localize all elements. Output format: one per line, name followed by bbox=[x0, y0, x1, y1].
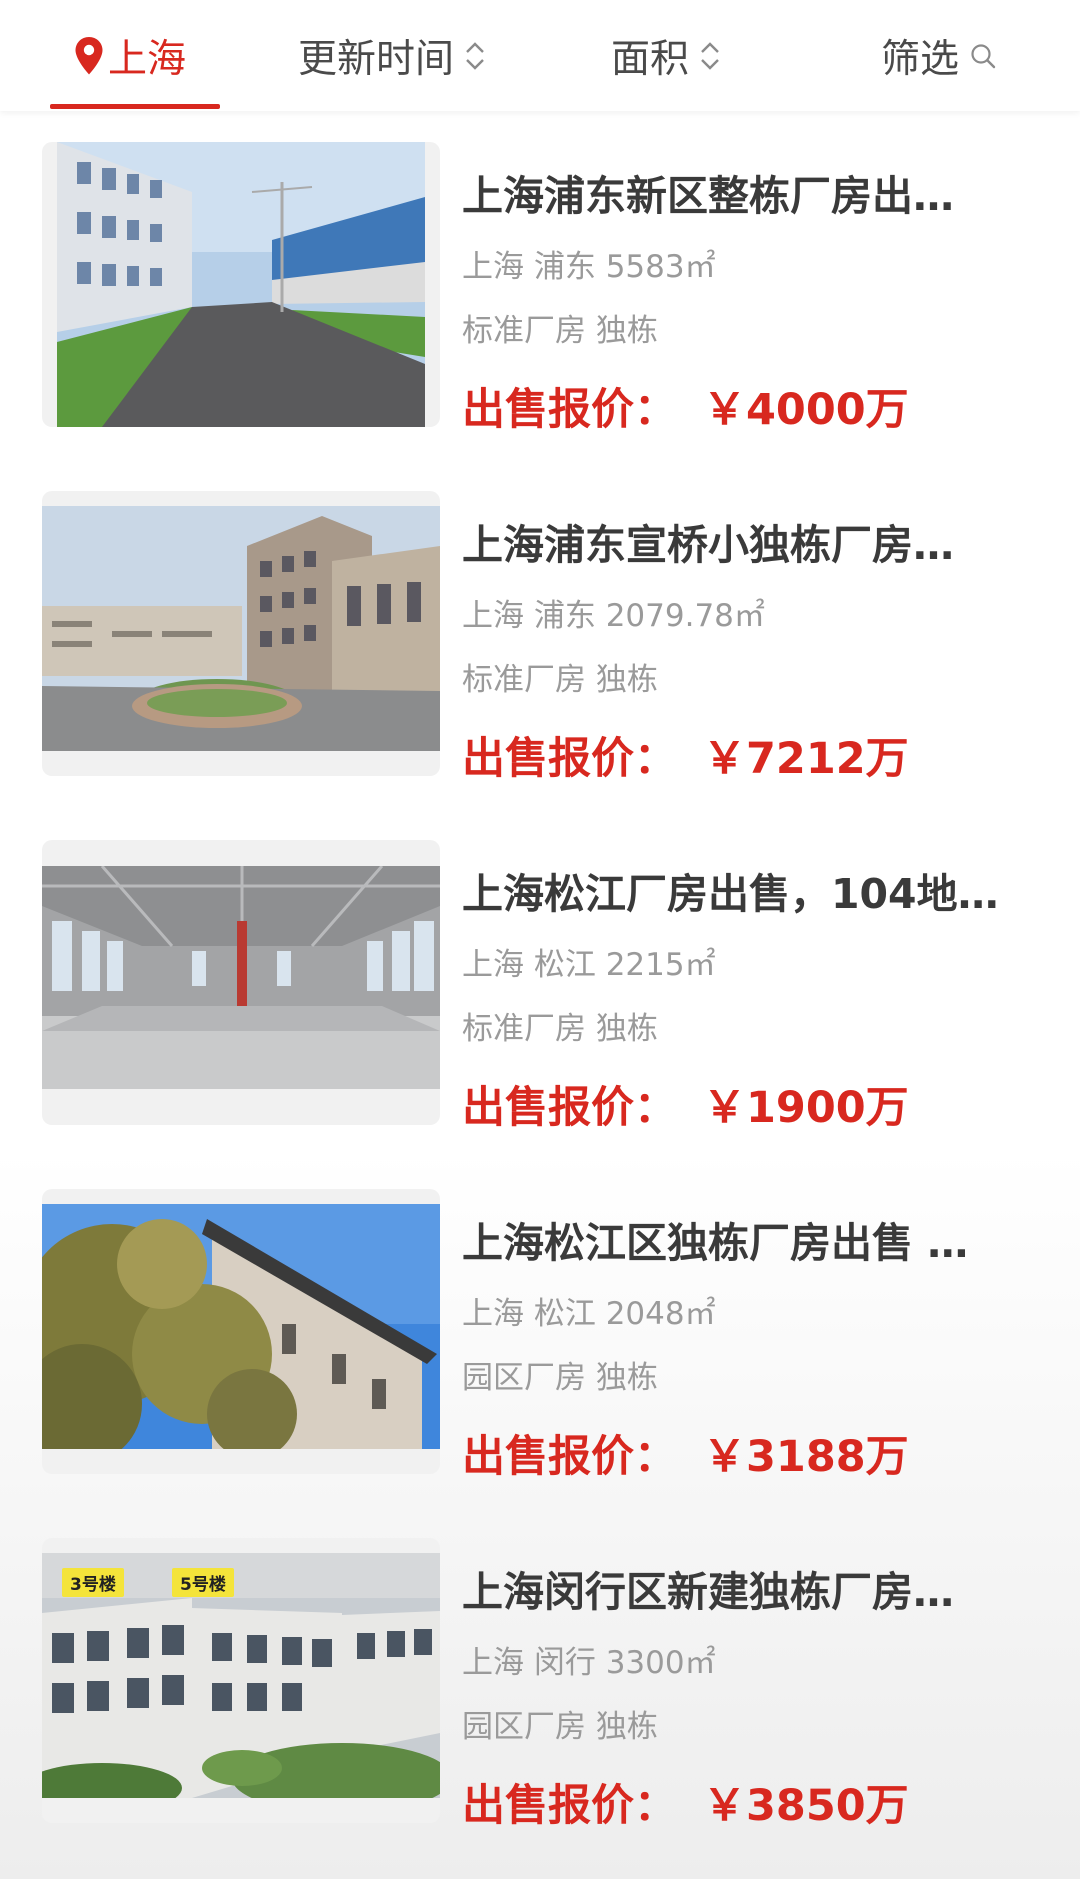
factory-interior-photo bbox=[42, 866, 440, 1089]
sort-by-update-time[interactable]: 更新时间 bbox=[298, 26, 486, 86]
building-label-tag: 3号楼 bbox=[62, 1568, 124, 1597]
listing-card[interactable]: 上海松江区独栋厂房出售 … 上海 松江 2048㎡ 园区厂房 独栋 出售报价： ￥… bbox=[0, 1189, 1080, 1482]
factory-road-photo bbox=[57, 142, 425, 427]
listing-photo bbox=[42, 491, 440, 776]
price-value: ￥3188万 bbox=[703, 1432, 909, 1482]
filter-label: 筛选 bbox=[881, 37, 960, 82]
price-label: 出售报价： bbox=[462, 734, 677, 784]
listing-photo bbox=[42, 142, 440, 427]
filter-bar: 上海 更新时间 面积 筛选 bbox=[0, 0, 1080, 111]
city-label: 上海 bbox=[108, 37, 187, 82]
price-label: 出售报价： bbox=[462, 1083, 677, 1133]
price-label: 出售报价： bbox=[462, 1781, 677, 1831]
listing-title: 上海闵行区新建独栋厂房… bbox=[462, 1568, 954, 1616]
listing-tags: 园区厂房 独栋 bbox=[462, 1709, 658, 1745]
price-label: 出售报价： bbox=[462, 385, 677, 435]
sort-toggle-icon bbox=[699, 39, 721, 73]
listing-price: 出售报价： ￥4000万 bbox=[462, 375, 909, 437]
listing-location-area: 上海 浦东 2079.78㎡ bbox=[462, 598, 765, 634]
city-selector[interactable]: 上海 bbox=[74, 26, 186, 86]
listing-tags: 标准厂房 独栋 bbox=[462, 313, 658, 349]
price-value: ￥7212万 bbox=[703, 734, 909, 784]
listing-card[interactable]: 上海浦东宣桥小独栋厂房… 上海 浦东 2079.78㎡ 标准厂房 独栋 出售报价… bbox=[0, 491, 1080, 784]
sort-by-area[interactable]: 面积 bbox=[611, 26, 721, 86]
listing-tags: 园区厂房 独栋 bbox=[462, 1360, 658, 1396]
listing-title: 上海松江区独栋厂房出售 … bbox=[462, 1219, 969, 1267]
factory-exterior-tree-photo bbox=[42, 1204, 440, 1449]
listing-card[interactable]: 3号楼 5号楼 上海闵行区新建独栋厂房… 上海 闵行 3300㎡ 园区厂房 独栋… bbox=[0, 1538, 1080, 1831]
listing-location-area: 上海 松江 2048㎡ bbox=[462, 1296, 716, 1332]
listing-title: 上海松江厂房出售，104地… bbox=[462, 870, 999, 918]
listing-price: 出售报价： ￥1900万 bbox=[462, 1073, 909, 1135]
factory-campus-photo bbox=[42, 506, 440, 751]
listing-tags: 标准厂房 独栋 bbox=[462, 662, 658, 698]
price-value: ￥3850万 bbox=[703, 1781, 909, 1831]
building-label-tag: 5号楼 bbox=[172, 1568, 234, 1597]
listing-price: 出售报价： ￥7212万 bbox=[462, 724, 909, 786]
listing-card[interactable]: 上海浦东新区整栋厂房出… 上海 浦东 5583㎡ 标准厂房 独栋 出售报价： ￥4… bbox=[0, 142, 1080, 435]
sort-time-label: 更新时间 bbox=[298, 37, 455, 82]
listing-card[interactable]: 上海松江厂房出售，104地… 上海 松江 2215㎡ 标准厂房 独栋 出售报价：… bbox=[0, 840, 1080, 1133]
price-label: 出售报价： bbox=[462, 1432, 677, 1482]
filter-button[interactable]: 筛选 bbox=[881, 26, 997, 86]
listing-tags: 标准厂房 独栋 bbox=[462, 1011, 658, 1047]
location-pin-icon bbox=[74, 36, 104, 76]
active-tab-indicator bbox=[50, 104, 220, 109]
listing-title: 上海浦东宣桥小独栋厂房… bbox=[462, 521, 954, 569]
listing-price: 出售报价： ￥3188万 bbox=[462, 1422, 909, 1484]
search-icon bbox=[969, 42, 997, 70]
listing-price: 出售报价： ￥3850万 bbox=[462, 1771, 909, 1833]
listing-photo bbox=[42, 840, 440, 1125]
price-value: ￥4000万 bbox=[703, 385, 909, 435]
price-value: ￥1900万 bbox=[703, 1083, 909, 1133]
listing-location-area: 上海 浦东 5583㎡ bbox=[462, 249, 716, 285]
sort-area-label: 面积 bbox=[611, 37, 690, 82]
sort-toggle-icon bbox=[464, 39, 486, 73]
listing-location-area: 上海 松江 2215㎡ bbox=[462, 947, 716, 983]
listing-location-area: 上海 闵行 3300㎡ bbox=[462, 1645, 716, 1681]
listing-photo bbox=[42, 1189, 440, 1474]
listing-title: 上海浦东新区整栋厂房出… bbox=[462, 172, 954, 220]
listing-photo: 3号楼 5号楼 bbox=[42, 1538, 440, 1823]
